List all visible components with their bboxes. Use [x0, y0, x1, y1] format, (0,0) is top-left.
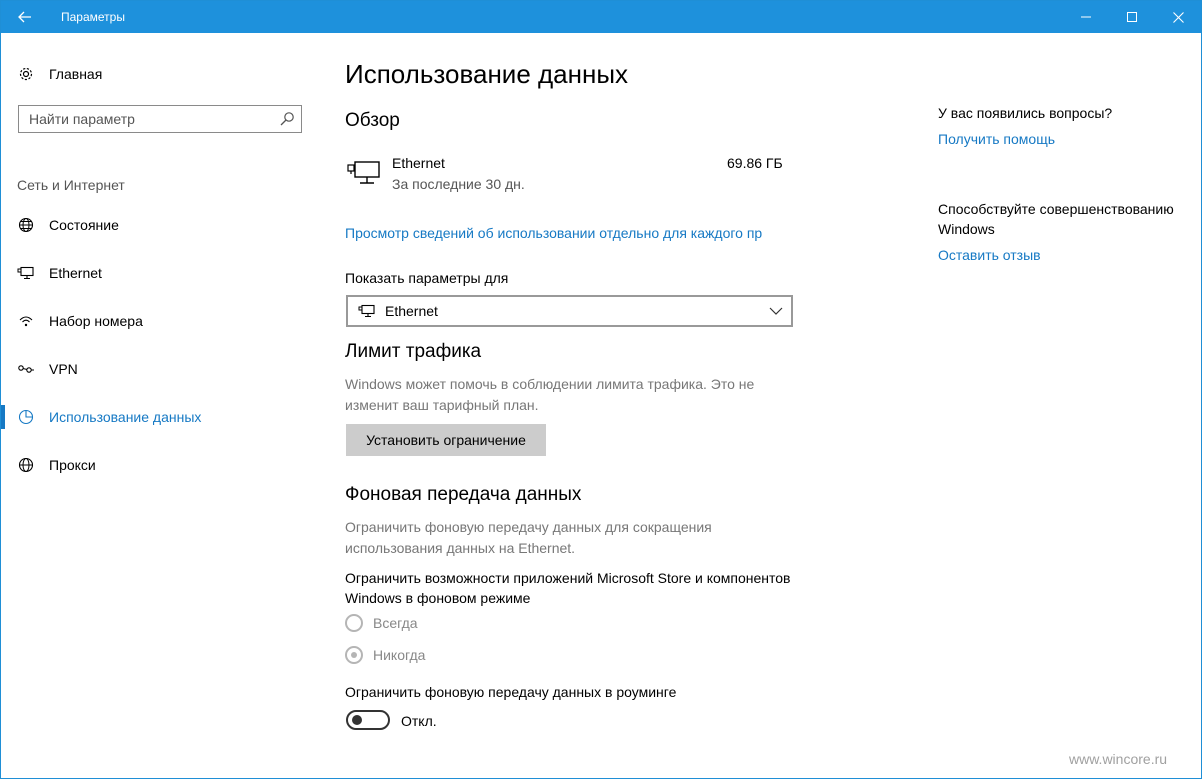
usage-period: За последние 30 дн.: [392, 176, 525, 192]
sidebar-item-label: Состояние: [49, 217, 119, 233]
feedback-link[interactable]: Оставить отзыв: [938, 247, 1041, 263]
dropdown-selected-value: Ethernet: [385, 303, 438, 319]
help-aside: У вас появились вопросы? Получить помощь…: [938, 33, 1188, 733]
usage-details-link[interactable]: Просмотр сведений об использовании отдел…: [345, 225, 795, 241]
back-button[interactable]: [1, 1, 49, 33]
overview-heading: Обзор: [345, 110, 400, 131]
search-input[interactable]: [19, 106, 279, 132]
sidebar-item-label: Прокси: [49, 457, 96, 473]
background-description: Ограничить фоновую передачу данных для с…: [345, 519, 712, 556]
background-heading: Фоновая передача данных: [345, 484, 582, 505]
globe-icon: [17, 456, 35, 474]
roaming-label: Ограничить фоновую передачу данных в роу…: [345, 684, 677, 700]
minimize-icon: [1081, 16, 1091, 18]
search-icon[interactable]: [279, 111, 295, 127]
nav-home-label: Главная: [49, 66, 103, 82]
questions-text: У вас появились вопросы?: [938, 105, 1113, 121]
vpn-icon: [17, 360, 35, 378]
usage-connection-name: Ethernet: [392, 155, 445, 171]
close-button[interactable]: [1155, 1, 1201, 33]
sidebar-item-label: Использование данных: [49, 409, 202, 425]
get-help-link[interactable]: Получить помощь: [938, 131, 1055, 147]
ethernet-icon: [17, 264, 35, 282]
sidebar-item-label: Набор номера: [49, 313, 143, 329]
sidebar-item-label: VPN: [49, 361, 78, 377]
nav-home[interactable]: Главная: [1, 61, 321, 87]
title-bar: Параметры: [1, 1, 1201, 33]
sidebar-item-status[interactable]: Состояние: [1, 210, 321, 240]
roaming-toggle[interactable]: [346, 710, 390, 730]
radio-never[interactable]: Никогда: [345, 646, 545, 668]
window-title: Параметры: [61, 10, 125, 24]
minimize-button[interactable]: [1063, 1, 1109, 33]
improve-text: Способствуйте совершенствованию Windows: [938, 201, 1174, 237]
search-box[interactable]: [18, 105, 302, 133]
gear-icon: [17, 65, 35, 83]
roaming-toggle-state: Откл.: [401, 713, 437, 729]
radio-button-checked[interactable]: [345, 646, 363, 664]
restrict-apps-label: Ограничить возможности приложений Micros…: [345, 570, 791, 606]
sidebar-item-data-usage[interactable]: Использование данных: [1, 402, 321, 432]
chevron-down-icon: [769, 307, 783, 315]
toggle-knob: [352, 715, 362, 725]
maximize-button[interactable]: [1109, 1, 1155, 33]
sidebar-item-label: Ethernet: [49, 265, 102, 281]
main-content: Использование данных Обзор Ethernet За п…: [345, 33, 825, 778]
close-icon: [1172, 11, 1184, 23]
active-indicator: [1, 405, 5, 429]
back-arrow-icon: [18, 11, 31, 23]
limit-description: Windows может помочь в соблюдении лимита…: [345, 376, 755, 413]
watermark: www.wincore.ru: [1069, 751, 1168, 767]
globe-status-icon: [17, 216, 35, 234]
maximize-icon: [1127, 12, 1137, 22]
data-usage-icon: [17, 408, 35, 426]
sidebar-item-dialup[interactable]: Набор номера: [1, 306, 321, 336]
show-settings-label: Показать параметры для: [345, 270, 509, 286]
sidebar-item-ethernet[interactable]: Ethernet: [1, 258, 321, 288]
sidebar-item-proxy[interactable]: Прокси: [1, 450, 321, 480]
settings-window: Параметры Главная Найти параметр Сеть и …: [0, 0, 1202, 779]
ethernet-icon: [358, 304, 375, 318]
limit-heading: Лимит трафика: [345, 341, 482, 362]
sidebar: Главная Сеть и Интернет Состояние: [1, 33, 321, 778]
ethernet-pc-icon: [347, 161, 380, 184]
dialup-icon: [17, 312, 35, 330]
connection-dropdown[interactable]: Ethernet: [346, 295, 793, 327]
radio-label: Никогда: [373, 647, 426, 663]
radio-button[interactable]: [345, 614, 363, 632]
radio-dot: [351, 652, 357, 658]
section-label: Сеть и Интернет: [17, 177, 125, 193]
sidebar-item-vpn[interactable]: VPN: [1, 354, 321, 384]
radio-label: Всегда: [373, 615, 418, 631]
page-title: Использование данных: [345, 59, 629, 89]
set-limit-button[interactable]: Установить ограничение: [346, 424, 546, 456]
usage-amount: 69.86 ГБ: [727, 155, 783, 171]
radio-always[interactable]: Всегда: [345, 614, 545, 636]
